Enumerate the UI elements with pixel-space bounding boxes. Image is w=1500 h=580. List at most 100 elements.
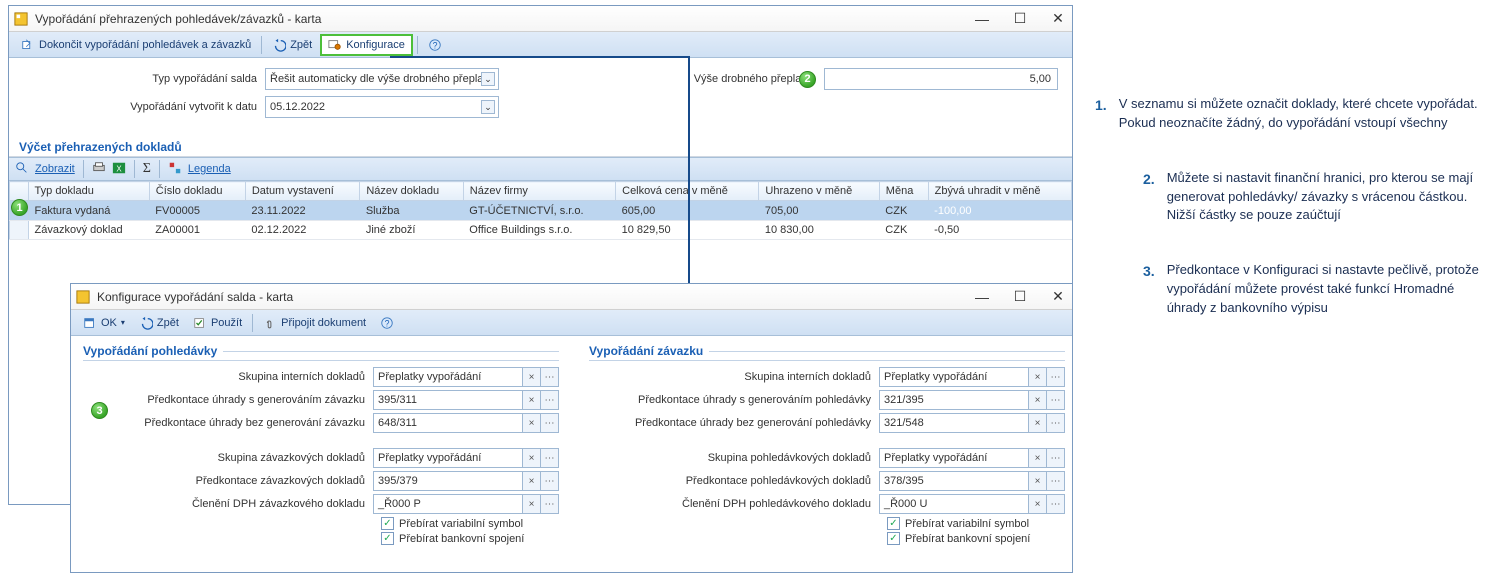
checkbox-icon: ✓ (381, 532, 394, 545)
lookup-icon[interactable]: ⋯ (541, 413, 559, 433)
table-row[interactable]: Závazkový doklad ZA00001 02.12.2022 Jiné… (10, 221, 1072, 240)
config-button[interactable]: Konfigurace (320, 34, 413, 56)
maximize-button[interactable]: ☐ (1010, 10, 1030, 27)
date-combo[interactable]: 05.12.2022⌄ (265, 96, 499, 118)
receivable-preacct-input[interactable]: 378/395×⋯ (879, 471, 1065, 491)
callout-line (688, 56, 690, 294)
field-label: Členění DPH pohledávkového dokladu (589, 498, 879, 510)
internal-group-input[interactable]: Přeplatky vypořádání×⋯ (879, 367, 1065, 387)
varsymbol-checkbox[interactable]: ✓Přebírat variabilní symbol (381, 517, 559, 530)
clear-icon[interactable]: × (523, 494, 541, 514)
clear-icon[interactable]: × (1029, 494, 1047, 514)
liability-preacct-input[interactable]: 395/379×⋯ (373, 471, 559, 491)
callout-line (390, 56, 690, 58)
clear-icon[interactable]: × (523, 390, 541, 410)
col-date[interactable]: Datum vystavení (245, 182, 359, 201)
col-docname[interactable]: Název dokladu (360, 182, 463, 201)
print-icon[interactable] (92, 161, 106, 178)
attach-button[interactable]: Připojit dokument (257, 314, 372, 332)
clear-icon[interactable]: × (523, 448, 541, 468)
apply-button[interactable]: Použít (187, 314, 248, 332)
bank-checkbox[interactable]: ✓Přebírat bankovní spojení (887, 532, 1065, 545)
back-label: Zpět (157, 317, 179, 329)
preacct-nogen-input[interactable]: 648/311×⋯ (373, 413, 559, 433)
field-label: Skupina interních dokladů (83, 371, 373, 383)
internal-group-input[interactable]: Přeplatky vypořádání×⋯ (373, 367, 559, 387)
toolbar: Dokončit vypořádání pohledávek a závazků… (9, 32, 1072, 58)
note-number: 3. (1143, 261, 1155, 318)
clear-icon[interactable]: × (523, 413, 541, 433)
varsymbol-checkbox[interactable]: ✓Přebírat variabilní symbol (887, 517, 1065, 530)
minimize-button[interactable]: — (972, 11, 992, 27)
marker-1: 1 (11, 199, 28, 216)
clear-icon[interactable]: × (1029, 471, 1047, 491)
preacct-gen-input[interactable]: 395/311×⋯ (373, 390, 559, 410)
titlebar[interactable]: Konfigurace vypořádání salda - karta — ☐… (71, 284, 1072, 310)
table-row[interactable]: ▸ Faktura vydaná FV00005 23.11.2022 Služ… (10, 201, 1072, 221)
date-label: Vypořádání vytvořit k datu (23, 101, 265, 113)
section-header: Výčet přehrazených dokladů (9, 136, 1072, 157)
finish-label: Dokončit vypořádání pohledávek a závazků (39, 39, 251, 51)
back-label: Zpět (290, 39, 312, 51)
ok-label: OK (101, 317, 117, 329)
search-icon[interactable] (15, 161, 29, 178)
lookup-icon[interactable]: ⋯ (1047, 448, 1065, 468)
lookup-icon[interactable]: ⋯ (541, 494, 559, 514)
finish-settlement-button[interactable]: Dokončit vypořádání pohledávek a závazků (15, 36, 257, 54)
close-button[interactable]: ✕ (1048, 288, 1068, 305)
preacct-nogen-input[interactable]: 321/548×⋯ (879, 413, 1065, 433)
ok-button[interactable]: OK ▾ (77, 314, 131, 332)
lookup-icon[interactable]: ⋯ (541, 448, 559, 468)
show-link[interactable]: Zobrazit (35, 163, 75, 175)
lookup-icon[interactable]: ⋯ (1047, 471, 1065, 491)
receivable-column: Vypořádání pohledávky Skupina interních … (83, 344, 559, 545)
col-type[interactable]: Typ dokladu (28, 182, 149, 201)
lookup-icon[interactable]: ⋯ (541, 471, 559, 491)
note-text: V seznamu si můžete označit doklady, kte… (1119, 95, 1485, 133)
column-header: Vypořádání pohledávky (83, 344, 559, 361)
help-button[interactable]: ? (422, 36, 448, 54)
clear-icon[interactable]: × (1029, 413, 1047, 433)
col-remaining[interactable]: Zbývá uhradit v měně (928, 182, 1071, 201)
col-paid[interactable]: Uhrazeno v měně (759, 182, 879, 201)
excel-icon[interactable]: X (112, 161, 126, 178)
vat-breakdown-input[interactable]: _Ř000 U×⋯ (879, 494, 1065, 514)
legend-link[interactable]: Legenda (188, 163, 231, 175)
clear-icon[interactable]: × (1029, 390, 1047, 410)
liability-group-input[interactable]: Přeplatky vypořádání×⋯ (373, 448, 559, 468)
amount-input[interactable]: 2 5,00 (824, 68, 1058, 90)
lookup-icon[interactable]: ⋯ (1047, 494, 1065, 514)
clear-icon[interactable]: × (1029, 367, 1047, 387)
receivable-group-input[interactable]: Přeplatky vypořádání×⋯ (879, 448, 1065, 468)
preacct-gen-input[interactable]: 321/395×⋯ (879, 390, 1065, 410)
clear-icon[interactable]: × (523, 367, 541, 387)
titlebar[interactable]: Vypořádání přehrazených pohledávek/závaz… (9, 6, 1072, 32)
field-label: Předkontace úhrady bez generování závazk… (83, 417, 373, 429)
field-label: Předkontace úhrady bez generování pohled… (589, 417, 879, 429)
vat-breakdown-input[interactable]: _Ř000 P×⋯ (373, 494, 559, 514)
clear-icon[interactable]: × (1029, 448, 1047, 468)
clear-icon[interactable]: × (523, 471, 541, 491)
lookup-icon[interactable]: ⋯ (1047, 390, 1065, 410)
help-button[interactable]: ? (374, 314, 400, 332)
sum-icon[interactable]: Σ (143, 161, 151, 177)
type-combo[interactable]: Řešit automaticky dle výše drobného přep… (265, 68, 499, 90)
back-button[interactable]: Zpět (266, 36, 318, 54)
annotations: 1. V seznamu si můžete označit doklady, k… (1095, 95, 1485, 354)
maximize-button[interactable]: ☐ (1010, 288, 1030, 305)
back-button[interactable]: Zpět (133, 314, 185, 332)
app-icon (13, 11, 29, 27)
note-number: 1. (1095, 95, 1107, 133)
col-company[interactable]: Název firmy (463, 182, 615, 201)
bank-checkbox[interactable]: ✓Přebírat bankovní spojení (381, 532, 559, 545)
lookup-icon[interactable]: ⋯ (1047, 367, 1065, 387)
lookup-icon[interactable]: ⋯ (541, 390, 559, 410)
legend-icon[interactable] (168, 161, 182, 178)
lookup-icon[interactable]: ⋯ (1047, 413, 1065, 433)
close-button[interactable]: ✕ (1048, 10, 1068, 27)
col-currency[interactable]: Měna (879, 182, 928, 201)
minimize-button[interactable]: — (972, 289, 992, 305)
grid-toolbar: Zobrazit X Σ Legenda (9, 157, 1072, 181)
col-number[interactable]: Číslo dokladu (149, 182, 245, 201)
lookup-icon[interactable]: ⋯ (541, 367, 559, 387)
